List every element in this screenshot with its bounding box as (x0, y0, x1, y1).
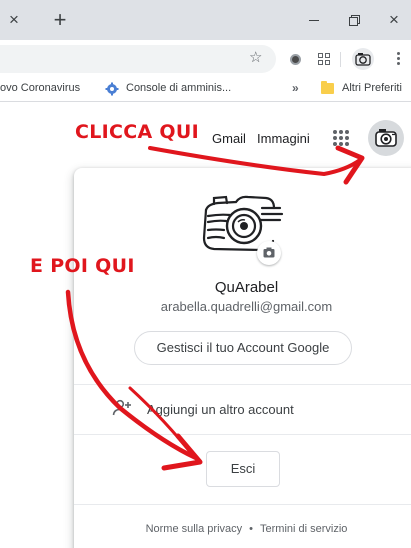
new-tab-icon[interactable]: + (51, 9, 69, 31)
footer-links: Norme sulla privacy • Termini di servizio (74, 522, 411, 536)
annotation-click-here: CLICCA QUI (75, 121, 199, 143)
footer-separator: • (249, 523, 254, 535)
restore-icon[interactable] (346, 12, 362, 28)
bookmark-coronavirus[interactable]: ovo Coronavirus (0, 82, 80, 95)
annotation-then-here: E POI QUI (30, 255, 135, 277)
more-vert-icon[interactable] (396, 52, 400, 66)
account-email: arabella.quadrelli@gmail.com (160, 299, 333, 314)
divider (74, 434, 411, 435)
bookmark-star-icon[interactable]: ☆ (249, 50, 262, 66)
account-name: QuArabel (214, 279, 279, 296)
account-avatar-button[interactable] (368, 120, 404, 156)
camera-icon (263, 247, 275, 258)
divider (74, 504, 411, 505)
privacy-link[interactable]: Norme sulla privacy (146, 522, 243, 536)
extension-grid-icon[interactable] (318, 53, 330, 65)
bookmarks-bar: ovo Coronavirus Console di amminis... » … (0, 76, 411, 102)
bookmark-admin-console[interactable]: Console di amminis... (126, 82, 231, 95)
add-account-item[interactable]: Aggiungi un altro account (74, 384, 411, 434)
tab-close-icon[interactable]: × (6, 11, 22, 28)
tab-strip: × + × (0, 0, 411, 40)
window-close-icon[interactable]: × (386, 11, 402, 28)
account-popup: QuArabel arabella.quadrelli@gmail.com Ge… (74, 168, 411, 548)
change-photo-button[interactable] (257, 241, 281, 265)
add-user-icon (112, 399, 131, 416)
sign-out-button[interactable]: Esci (206, 451, 280, 487)
terms-link[interactable]: Termini di servizio (260, 522, 347, 536)
manage-account-button[interactable]: Gestisci il tuo Account Google (134, 331, 352, 365)
images-link[interactable]: Immagini (257, 131, 310, 147)
bookmark-other-favorites[interactable]: Altri Preferiti (342, 82, 402, 95)
bookmarks-overflow-icon[interactable]: » (292, 81, 299, 95)
extension-dark-reader-icon[interactable] (290, 54, 301, 65)
add-account-label: Aggiungi un altro account (147, 402, 294, 417)
folder-icon (321, 81, 334, 94)
google-apps-icon[interactable] (333, 130, 349, 146)
toolbar-divider (340, 52, 341, 67)
address-bar[interactable] (0, 45, 276, 73)
browser-toolbar: ☆ (0, 40, 411, 76)
gmail-link[interactable]: Gmail (212, 131, 246, 147)
admin-console-icon (105, 82, 119, 96)
minimize-icon[interactable] (306, 12, 322, 28)
profile-avatar-icon[interactable] (352, 48, 374, 70)
